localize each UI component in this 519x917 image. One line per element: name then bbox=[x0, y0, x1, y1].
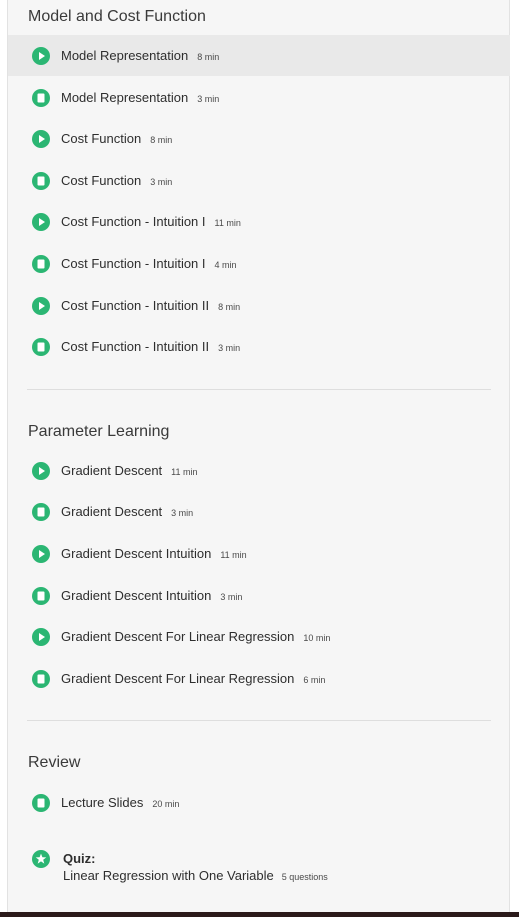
list-item-reading[interactable]: Cost Function - Intuition II 3 min bbox=[8, 326, 510, 367]
item-label: Model Representation bbox=[61, 48, 189, 63]
item-label: Model Representation bbox=[61, 90, 189, 105]
list-item-reading[interactable]: Gradient Descent Intuition 3 min bbox=[8, 575, 510, 616]
item-duration: 11 min bbox=[220, 550, 247, 560]
play-icon bbox=[32, 296, 50, 315]
course-week-panel: Model and Cost Function Model Representa… bbox=[7, 0, 510, 912]
document-icon bbox=[32, 793, 50, 812]
document-icon bbox=[32, 171, 50, 190]
star-icon bbox=[32, 850, 50, 868]
play-icon bbox=[32, 46, 50, 65]
item-duration: 8 min bbox=[150, 135, 173, 145]
list-item-reading[interactable]: Cost Function - Intuition I 4 min bbox=[8, 243, 510, 284]
play-icon bbox=[32, 461, 50, 480]
item-label: Cost Function - Intuition I bbox=[61, 256, 206, 271]
list-item-video[interactable]: Gradient Descent 11 min bbox=[8, 450, 510, 491]
document-icon bbox=[32, 502, 50, 521]
item-duration: 10 min bbox=[303, 633, 331, 643]
list-item-quiz[interactable]: Quiz: Linear Regression with One Variabl… bbox=[8, 846, 510, 890]
list-item-reading[interactable]: Model Representation 3 min bbox=[8, 77, 510, 118]
item-duration: 20 min bbox=[152, 799, 180, 809]
section-divider bbox=[27, 720, 491, 721]
item-duration: 3 min bbox=[171, 508, 194, 518]
list-item-video[interactable]: Gradient Descent Intuition 11 min bbox=[8, 533, 510, 574]
quiz-question-count: 5 questions bbox=[281, 872, 328, 882]
item-label: Cost Function bbox=[61, 173, 142, 188]
list-item-reading[interactable]: Gradient Descent For Linear Regression 6 … bbox=[8, 658, 510, 699]
document-icon bbox=[32, 337, 50, 356]
item-label: Cost Function - Intuition II bbox=[61, 298, 210, 313]
item-label: Cost Function - Intuition I bbox=[61, 214, 206, 229]
document-icon bbox=[32, 586, 50, 605]
section-title-parameter-learning: Parameter Learning bbox=[28, 423, 170, 440]
document-icon bbox=[32, 254, 50, 273]
section-divider bbox=[27, 389, 491, 390]
quiz-heading: Quiz: bbox=[63, 851, 96, 866]
item-label: Cost Function - Intuition II bbox=[61, 339, 210, 354]
item-duration: 3 min bbox=[220, 592, 243, 602]
list-item-reading[interactable]: Lecture Slides 20 min bbox=[8, 782, 510, 823]
play-icon bbox=[32, 212, 50, 231]
list-item-video[interactable]: Model Representation 8 min bbox=[8, 35, 510, 76]
list-item-video[interactable]: Cost Function - Intuition II 8 min bbox=[8, 285, 510, 326]
item-label: Lecture Slides bbox=[61, 795, 144, 810]
item-label: Gradient Descent Intuition bbox=[61, 588, 212, 603]
item-duration: 8 min bbox=[218, 302, 241, 312]
list-item-reading[interactable]: Gradient Descent 3 min bbox=[8, 491, 510, 532]
item-label: Gradient Descent For Linear Regression bbox=[61, 671, 295, 686]
item-duration: 8 min bbox=[197, 52, 220, 62]
item-duration: 11 min bbox=[214, 218, 241, 228]
item-duration: 6 min bbox=[303, 675, 326, 685]
item-label: Gradient Descent Intuition bbox=[61, 546, 212, 561]
item-duration: 11 min bbox=[171, 467, 198, 477]
item-label: Cost Function bbox=[61, 131, 142, 146]
document-icon bbox=[32, 88, 50, 107]
quiz-name: Linear Regression with One Variable bbox=[63, 868, 274, 883]
list-item-video[interactable]: Cost Function - Intuition I 11 min bbox=[8, 201, 510, 242]
play-icon bbox=[32, 129, 50, 148]
item-label: Gradient Descent bbox=[61, 463, 163, 478]
section-title-model-and-cost-function: Model and Cost Function bbox=[28, 8, 206, 25]
list-item-reading[interactable]: Cost Function 3 min bbox=[8, 160, 510, 201]
item-duration: 4 min bbox=[214, 260, 237, 270]
list-item-video[interactable]: Gradient Descent For Linear Regression 10… bbox=[8, 616, 510, 657]
list-item-video[interactable]: Cost Function 8 min bbox=[8, 118, 510, 159]
section-title-review: Review bbox=[28, 754, 81, 771]
play-icon bbox=[32, 544, 50, 563]
document-icon bbox=[32, 669, 50, 688]
item-duration: 3 min bbox=[197, 94, 220, 104]
play-icon bbox=[32, 627, 50, 646]
item-duration: 3 min bbox=[150, 177, 173, 187]
item-duration: 3 min bbox=[218, 343, 241, 353]
item-label: Gradient Descent bbox=[61, 504, 163, 519]
item-label: Gradient Descent For Linear Regression bbox=[61, 629, 295, 644]
bottom-edge-bar bbox=[0, 912, 519, 917]
